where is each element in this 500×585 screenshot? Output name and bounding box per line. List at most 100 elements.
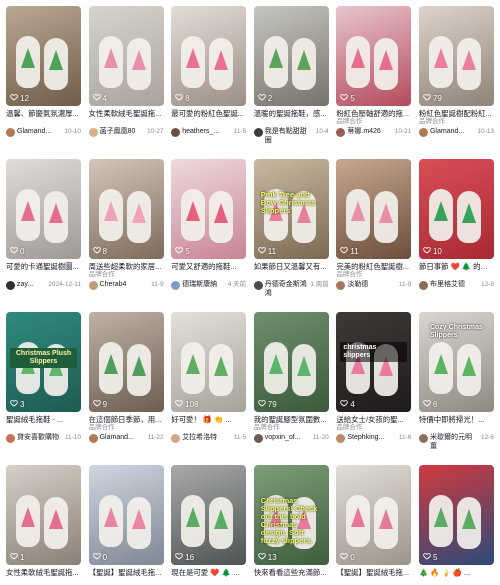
video-card[interactable]: 12 温馨、節慶氣氛濃厚... Glamand... 10-10 bbox=[6, 6, 81, 159]
video-caption[interactable]: 女性柔軟絨毛聖誕拖... bbox=[89, 109, 164, 118]
author-name[interactable]: Stephking... bbox=[347, 433, 384, 442]
video-thumbnail[interactable]: 10 bbox=[418, 159, 494, 259]
video-thumbnail[interactable]: 79 bbox=[418, 6, 494, 106]
author-name[interactable]: heathers_... bbox=[182, 127, 219, 136]
avatar[interactable] bbox=[6, 434, 15, 443]
video-card[interactable]: 11 完美的粉紅色聖誕樹... 品牌合作 淡勒德 11-9 bbox=[336, 159, 412, 312]
video-caption[interactable]: 粉紅色壓軸舒適的拖... bbox=[336, 109, 411, 118]
video-thumbnail[interactable]: 12 bbox=[6, 6, 81, 106]
author-name[interactable]: Glamand... bbox=[430, 127, 464, 136]
video-card[interactable]: 108 好可愛！ 🎁 👏 ... 艾拉希洛特 11-5 bbox=[171, 312, 247, 465]
author-name[interactable]: Glamand... bbox=[100, 433, 134, 442]
author[interactable]: Glamand... bbox=[418, 127, 464, 137]
video-card[interactable]: 4 女性柔軟絨毛聖誕拖... 菡子鳳凰80 10-27 bbox=[88, 6, 164, 159]
avatar[interactable] bbox=[418, 434, 428, 443]
video-thumbnail[interactable]: 108 bbox=[171, 312, 247, 412]
video-card[interactable]: Cozy Christmas Slippers 6 特價中即將掃光！... 米歇爾的元… bbox=[418, 312, 494, 465]
author[interactable]: 我是有點甜甜圈 bbox=[253, 127, 311, 145]
avatar[interactable] bbox=[171, 128, 181, 137]
avatar[interactable] bbox=[253, 128, 263, 137]
author-name[interactable]: vopxin_of... bbox=[265, 433, 301, 442]
video-caption[interactable]: 可愛的卡通聖誕樹圖... bbox=[6, 262, 81, 271]
author-name[interactable]: Glamand... bbox=[17, 127, 51, 136]
author[interactable]: 德瑞斯康納 bbox=[171, 280, 217, 290]
author-name[interactable]: zay... bbox=[17, 280, 33, 289]
video-card[interactable]: 5 可愛又舒適的拖鞋... 德瑞斯康納 4 天前 bbox=[171, 159, 247, 312]
video-card[interactable]: Christmas Slippers! Check out this bold … bbox=[253, 465, 329, 585]
video-thumbnail[interactable]: Christmas Slippers! Check out this bold … bbox=[253, 465, 329, 565]
author-name[interactable]: 德瑞斯康納 bbox=[182, 280, 217, 289]
video-thumbnail[interactable]: 0 bbox=[88, 465, 164, 565]
video-card[interactable]: 1 女性柔軟絨毛聖誕拖... bbox=[6, 465, 81, 585]
video-thumbnail[interactable]: 4 bbox=[88, 6, 164, 106]
avatar[interactable] bbox=[253, 434, 263, 443]
video-thumbnail[interactable]: 79 bbox=[253, 312, 329, 412]
video-card[interactable]: 5 粉紅色壓軸舒適的拖... 品牌合作 蒂娜.m426 10-21 bbox=[336, 6, 412, 159]
video-thumbnail[interactable]: 9 bbox=[88, 312, 164, 412]
author[interactable]: 貸安喜歡購物 bbox=[6, 433, 59, 443]
video-card[interactable]: 16 現在是可愛 ❤️ 🌲 拖... bbox=[171, 465, 247, 585]
video-caption[interactable]: 送給女士/女孩的聖... bbox=[336, 415, 411, 424]
video-caption[interactable]: 特價中即將掃光！... bbox=[419, 415, 494, 424]
video-caption[interactable]: 温馨、節慶氣氛濃厚... bbox=[6, 109, 81, 118]
video-card[interactable]: 0 可愛的卡通聖誕樹圖... zay... 2024-12-11 bbox=[6, 159, 81, 312]
video-thumbnail[interactable]: 0 bbox=[6, 159, 81, 259]
video-thumbnail[interactable]: 11 bbox=[336, 159, 412, 259]
author[interactable]: 米歇爾的元明薑 bbox=[418, 433, 476, 451]
video-caption[interactable]: 在這個節日季節，用... bbox=[89, 415, 164, 424]
video-thumbnail[interactable]: Christmas Plush Slippers 3 bbox=[6, 312, 81, 412]
author[interactable]: Cherab4 bbox=[88, 280, 127, 290]
avatar[interactable] bbox=[336, 128, 346, 137]
video-thumbnail[interactable]: 1 bbox=[6, 465, 81, 565]
avatar[interactable] bbox=[171, 281, 181, 290]
video-caption[interactable]: 最可愛的粉紅色聖誕... bbox=[171, 109, 246, 118]
avatar[interactable] bbox=[88, 128, 98, 137]
video-caption[interactable]: 現在是可愛 ❤️ 🌲 拖... bbox=[171, 568, 246, 577]
video-caption[interactable]: 溫暖的聖誕拖鞋，感... bbox=[254, 109, 329, 118]
avatar[interactable] bbox=[88, 434, 98, 443]
video-caption[interactable]: 周送些超柔軟的家居... bbox=[89, 262, 164, 271]
author-name[interactable]: 蒂娜.m426 bbox=[347, 127, 380, 136]
video-caption[interactable]: 【聖誕】聖誕絨毛拖... bbox=[336, 568, 411, 577]
video-thumbnail[interactable]: christmas slippers 4 bbox=[336, 312, 412, 412]
video-card[interactable]: 9 在這個節日季節，用... 品牌合作 Glamand... 11-22 bbox=[88, 312, 164, 465]
video-caption[interactable]: 可愛又舒適的拖鞋... bbox=[171, 262, 246, 271]
video-thumbnail[interactable]: 5 bbox=[171, 159, 247, 259]
avatar[interactable] bbox=[418, 128, 428, 137]
avatar[interactable] bbox=[171, 434, 181, 443]
avatar[interactable] bbox=[336, 434, 346, 443]
video-caption[interactable]: 快來看看這些充滿節... bbox=[254, 568, 329, 577]
video-card[interactable]: 79 我的聖誕腳型氛圍數... 品牌合作 vopxin_of... 11-20 bbox=[253, 312, 329, 465]
video-caption[interactable]: 如果節日又溫馨又有... bbox=[254, 262, 329, 271]
author[interactable]: 布里格艾德 bbox=[418, 280, 465, 290]
author-name[interactable]: 艾拉希洛特 bbox=[182, 433, 217, 442]
video-card[interactable]: Pink Tree and Bow Christmas Slippers 11 如果… bbox=[253, 159, 329, 312]
video-card[interactable]: 8 周送些超柔軟的家居... 品牌合作 Cherab4 11-9 bbox=[88, 159, 164, 312]
video-card[interactable]: Christmas Plush Slippers 3 聖誕絨毛拖鞋 - ... 貸安喜… bbox=[6, 312, 81, 465]
author[interactable]: zay... bbox=[6, 280, 33, 290]
author[interactable]: 淡勒德 bbox=[336, 280, 368, 290]
video-thumbnail[interactable]: 5 bbox=[336, 6, 412, 106]
video-card[interactable]: 0 【聖誕】聖誕絨毛拖... bbox=[88, 465, 164, 585]
author[interactable]: vopxin_of... bbox=[253, 433, 301, 443]
author[interactable]: Glamand... bbox=[6, 127, 51, 137]
avatar[interactable] bbox=[253, 281, 263, 290]
video-thumbnail[interactable]: 2 bbox=[253, 6, 329, 106]
author[interactable]: Glamand... bbox=[88, 433, 134, 443]
author[interactable]: 菡子鳳凰80 bbox=[88, 127, 135, 137]
video-thumbnail[interactable]: 5 bbox=[418, 465, 494, 565]
video-caption[interactable]: 🎄 🔥 🍦 🍎 ... bbox=[419, 568, 494, 577]
author-name[interactable]: 布里格艾德 bbox=[430, 280, 465, 289]
avatar[interactable] bbox=[6, 128, 15, 137]
author-name[interactable]: 米歇爾的元明薑 bbox=[430, 433, 476, 451]
author[interactable]: 艾拉希洛特 bbox=[171, 433, 217, 443]
video-card[interactable]: 8 最可愛的粉紅色聖誕... heathers_... 11-5 bbox=[171, 6, 247, 159]
author-name[interactable]: Cherab4 bbox=[100, 280, 127, 289]
video-caption[interactable]: 好可愛！ 🎁 👏 ... bbox=[171, 415, 246, 424]
video-caption[interactable]: 聖誕絨毛拖鞋 - ... bbox=[6, 415, 81, 424]
video-thumbnail[interactable]: Cozy Christmas Slippers 6 bbox=[418, 312, 494, 412]
author[interactable]: 蒂娜.m426 bbox=[336, 127, 381, 137]
video-caption[interactable]: 我的聖誕腳型氛圍數... bbox=[254, 415, 329, 424]
video-card[interactable]: 2 溫暖的聖誕拖鞋，感... 我是有點甜甜圈 10-4 bbox=[253, 6, 329, 159]
avatar[interactable] bbox=[6, 281, 15, 290]
